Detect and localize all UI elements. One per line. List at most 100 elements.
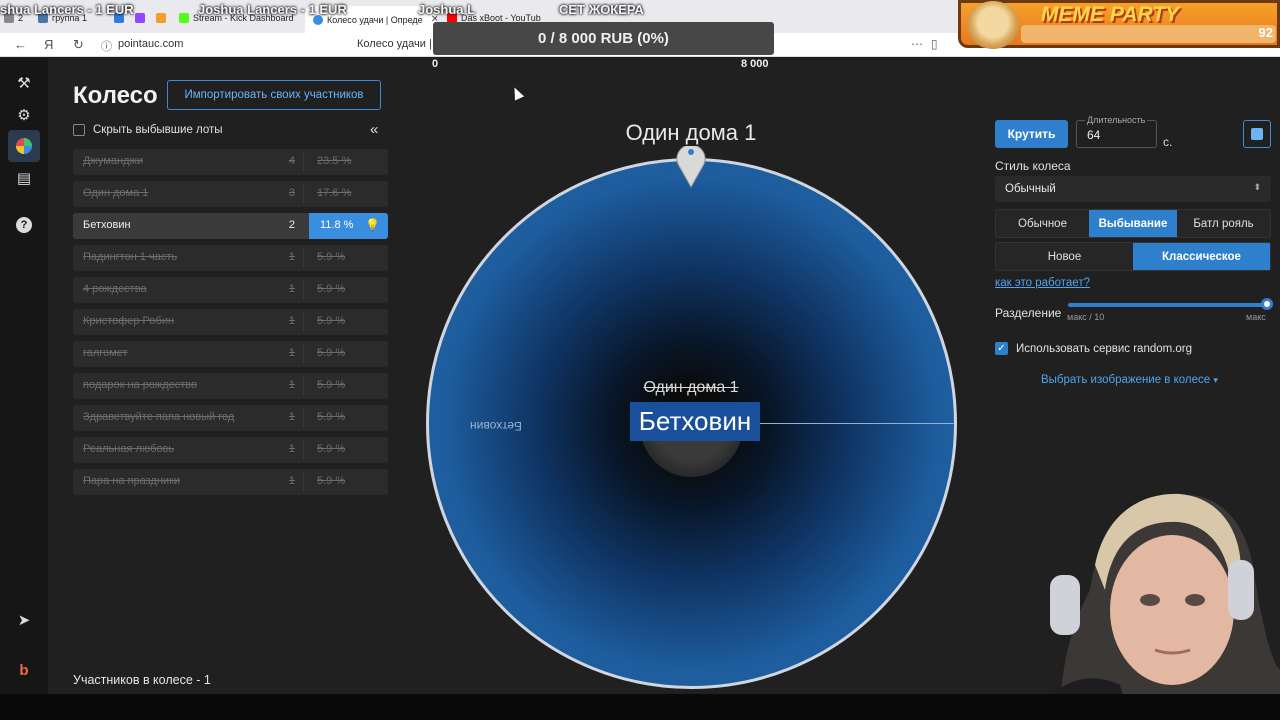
back-icon[interactable]: ← [14, 37, 27, 52]
variant-classic[interactable]: Классическое [1133, 243, 1270, 270]
choose-image-link[interactable]: Выбрать изображение в колесе ▾ [1041, 374, 1218, 386]
collapse-panel-icon[interactable]: « [370, 121, 378, 138]
clipboard-icon[interactable]: ▤ [12, 166, 36, 190]
lot-percent: 11.8 % [320, 219, 354, 231]
choose-image-label: Выбрать изображение в колесе [1041, 374, 1211, 386]
lot-item[interactable]: 4 рождества 1 5.9 % [73, 277, 388, 303]
goal-max: 8 000 [741, 58, 769, 70]
donor-alert: shua Lancers - 1 EUR [0, 2, 134, 17]
meme-counter: 92 [1258, 25, 1273, 40]
duration-value[interactable]: 64 [1087, 128, 1100, 142]
reload-icon[interactable]: ↻ [73, 37, 84, 53]
divider [303, 249, 304, 267]
meme-title: MEME PARTY [1041, 3, 1180, 26]
lot-item[interactable]: Джуманджи 4 23.5 % [73, 149, 388, 175]
yandex-icon[interactable]: Я [44, 37, 53, 52]
donor-alert: Joshua L [418, 2, 476, 17]
boosty-icon[interactable]: b [12, 658, 36, 682]
winner-title: Один дома 1 [625, 120, 757, 145]
lot-percent: 5.9 % [317, 475, 346, 487]
import-participants-button[interactable]: Импортировать своих участников [167, 80, 381, 110]
doge-avatar [967, 1, 1019, 49]
divider [303, 185, 304, 203]
page-title: Колесо [73, 82, 158, 109]
twitch-icon [135, 13, 145, 23]
lot-count: 3 [288, 187, 295, 199]
bookmark-icon[interactable]: ▯ [931, 37, 938, 51]
select-arrow-icon: ⬍ [1253, 182, 1261, 192]
split-label: Разделение [995, 306, 1062, 320]
divider [303, 377, 304, 395]
wheel-icon[interactable] [8, 130, 40, 162]
goal-min: 0 [432, 58, 439, 70]
wheel-pointer-icon [676, 146, 706, 188]
lot-name: Падингтон 1 часть [83, 251, 178, 263]
hide-eliminated-toggle[interactable]: Скрыть выбывшие лоты [73, 124, 223, 136]
divider [303, 441, 304, 459]
donor-alert: Joshua Lancers - 1 EUR [198, 2, 347, 17]
random-org-toggle[interactable]: ✓ Использовать сервис random.org [995, 342, 1192, 355]
current-name: Бетховин [630, 402, 760, 441]
tab-twitch[interactable] [135, 8, 145, 28]
lot-count: 4 [288, 155, 295, 167]
help-circle: ? [16, 217, 32, 233]
mode-normal[interactable]: Обычное [996, 210, 1089, 237]
lot-count: 1 [288, 475, 295, 487]
tab-donate[interactable] [156, 8, 166, 28]
wheel-style-select[interactable]: Обычный ⬍ [995, 176, 1271, 202]
lot-item[interactable]: Пара на праздники 1 5.9 % [73, 469, 388, 495]
hide-eliminated-label: Скрыть выбывшие лоты [93, 124, 223, 136]
wheel-svg [16, 138, 32, 154]
divider [303, 345, 304, 363]
sidebar: ⚒ ⚙ ▤ ? ➤ b [0, 58, 48, 694]
more-icon[interactable]: ⋯ [911, 37, 923, 51]
slider-min-label: макс / 10 [1067, 312, 1105, 322]
dice-icon [1251, 128, 1263, 140]
divider [303, 153, 304, 171]
lot-count: 2 [288, 219, 295, 231]
telegram-icon[interactable]: ➤ [12, 608, 36, 632]
lot-name: Бетховин [83, 219, 131, 231]
eliminated-name: Один дома 1 [643, 379, 739, 396]
split-slider[interactable] [1068, 303, 1268, 307]
spin-button[interactable]: Крутить [995, 120, 1068, 148]
mode-battle-royale[interactable]: Батл рояль [1177, 210, 1270, 237]
lightbulb-icon[interactable]: 💡 [365, 218, 380, 234]
slider-max-label: макс [1246, 312, 1266, 322]
lot-name: Пара на праздники [83, 475, 181, 487]
site-info-icon[interactable]: ⓘ [101, 38, 112, 54]
lot-item[interactable]: галгомет 1 5.9 % [73, 341, 388, 367]
lot-count: 1 [288, 251, 295, 263]
lot-item-active[interactable]: Бетховин 2 11.8 % 💡 [73, 213, 388, 239]
set-label: СЕТ ЖОКЕРА [559, 2, 644, 17]
gavel-icon[interactable]: ⚒ [12, 71, 36, 95]
lot-item[interactable]: Здравствуйте папа новый год 1 5.9 % [73, 405, 388, 431]
help-icon[interactable]: ? [12, 213, 36, 237]
wheel-sector-label: Бетховин [470, 419, 522, 433]
lot-item[interactable]: Один дома 1 3 17.6 % [73, 181, 388, 207]
lot-count: 1 [288, 379, 295, 391]
lot-percent: 17.6 % [317, 187, 352, 199]
checkbox-checked[interactable]: ✓ [995, 342, 1008, 355]
lot-item[interactable]: Падингтон 1 часть 1 5.9 % [73, 245, 388, 271]
lot-percent: 5.9 % [317, 411, 346, 423]
checkbox[interactable] [73, 124, 85, 136]
lot-item[interactable]: подарок на рождество 1 5.9 % [73, 373, 388, 399]
lot-name: Реальная любовь [83, 443, 175, 455]
lot-item[interactable]: Кристофер Робин 1 5.9 % [73, 309, 388, 335]
split-slider-handle[interactable] [1261, 298, 1273, 310]
wheel-style-value: Обычный [1005, 183, 1056, 195]
variant-new[interactable]: Новое [996, 243, 1133, 270]
url-text[interactable]: pointauc.com [118, 38, 183, 50]
lot-count: 1 [288, 347, 295, 359]
lot-percent: 5.9 % [317, 251, 346, 263]
mode-elimination[interactable]: Выбывание [1089, 210, 1177, 237]
lot-item[interactable]: Реальная любовь 1 5.9 % [73, 437, 388, 463]
how-it-works-link[interactable]: как это работает? [995, 277, 1090, 289]
dice-button[interactable] [1243, 120, 1271, 148]
lot-name: галгомет [83, 347, 128, 359]
gear-icon[interactable]: ⚙ [12, 103, 36, 127]
wheel-divider-line [760, 423, 954, 424]
lot-name: подарок на рождество [83, 379, 198, 391]
lot-count: 1 [288, 283, 295, 295]
